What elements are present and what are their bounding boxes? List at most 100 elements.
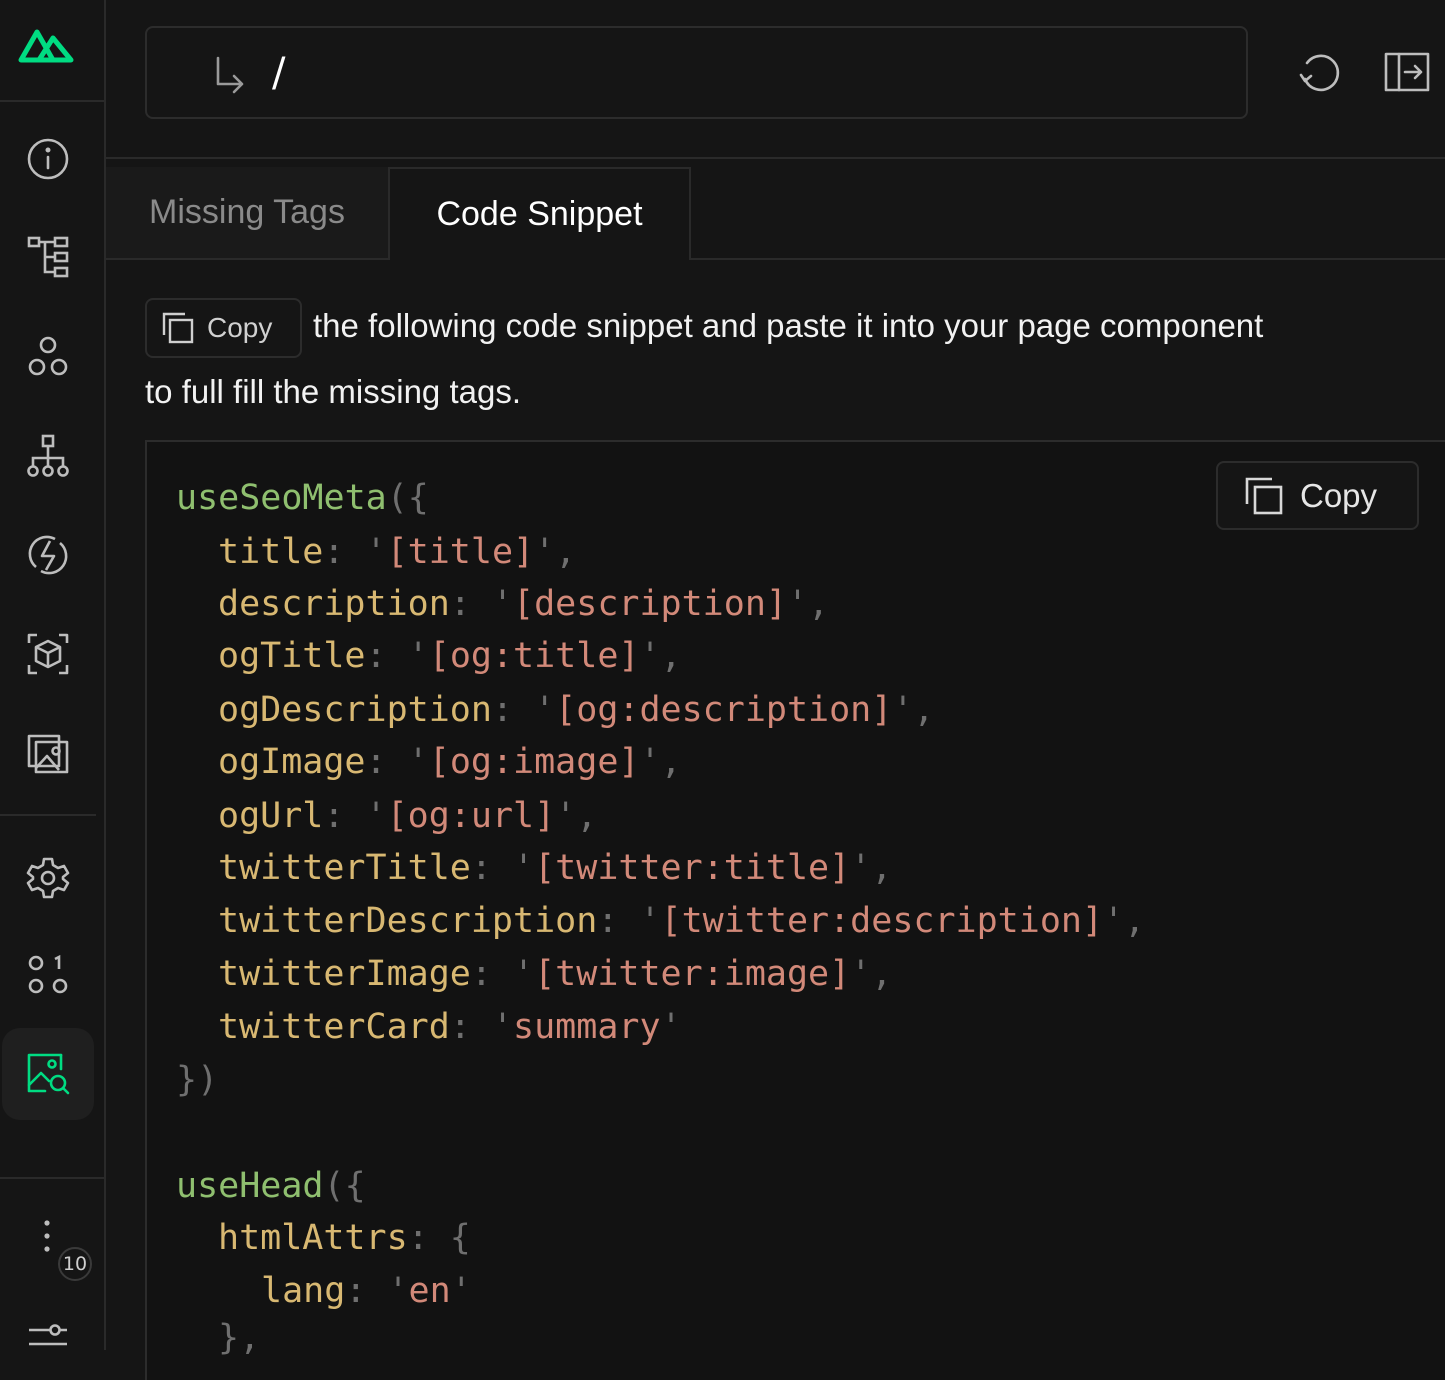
code-punctuation: ({: [386, 478, 429, 518]
header-divider: [106, 157, 1445, 159]
hierarchy-icon[interactable]: [2, 410, 94, 502]
corner-down-right-icon: [216, 56, 244, 94]
code-line: twitterTitle: '[twitter:title]',: [218, 848, 892, 888]
code-punctuation: :: [491, 690, 535, 730]
code-quote: ': [365, 532, 387, 572]
split-screen-icon[interactable]: [1382, 48, 1432, 98]
code-copy-label: Copy: [1300, 476, 1378, 514]
code-key: title: [218, 532, 324, 572]
tab-missing-tags[interactable]: Missing Tags: [106, 167, 390, 260]
code-punctuation: :: [365, 742, 408, 782]
code-line: ogTitle: '[og:title]',: [218, 636, 682, 676]
modules-icon[interactable]: [2, 608, 94, 700]
code-quote: ',: [1103, 901, 1146, 941]
code-key: twitterDescription: [218, 901, 598, 941]
code-quote: ': [365, 796, 387, 836]
code-key: twitterCard: [218, 1007, 450, 1047]
refresh-icon[interactable]: [1296, 48, 1346, 98]
code-key: twitterImage: [218, 954, 471, 994]
code-line: lang: 'en': [261, 1271, 472, 1311]
open-graph-icon[interactable]: [2, 1028, 94, 1120]
code-punctuation: :: [323, 532, 366, 572]
code-quote: ': [513, 954, 535, 994]
code-function-name: useSeoMeta: [176, 478, 387, 518]
tab-code-snippet[interactable]: Code Snippet: [388, 167, 691, 260]
code-line: description: '[description]',: [218, 584, 829, 624]
code-line: ogUrl: '[og:url]',: [218, 796, 597, 836]
code-quote: ',: [534, 532, 577, 572]
inline-copy-button[interactable]: Copy: [145, 298, 302, 358]
components-icon[interactable]: [2, 311, 94, 403]
code-quote: ': [491, 1007, 514, 1047]
code-quote: ': [387, 1271, 409, 1311]
code-punctuation: :: [449, 584, 492, 624]
code-line: title: '[title]',: [218, 532, 576, 572]
info-icon[interactable]: [2, 113, 94, 205]
route-bar[interactable]: /: [145, 26, 1248, 119]
code-punctuation: ({: [323, 1166, 366, 1206]
code-line: ogImage: '[og:image]',: [218, 742, 682, 782]
code-line: useSeoMeta({: [176, 478, 429, 518]
code-string: [description]: [513, 584, 787, 624]
code-key: ogImage: [218, 742, 366, 782]
code-quote: ',: [555, 796, 598, 836]
nuxt-logo-icon[interactable]: [17, 24, 75, 64]
code-punctuation: :: [365, 636, 408, 676]
sidebar-divider-bottom: [0, 1177, 104, 1179]
code-line: },: [218, 1318, 260, 1358]
code-punctuation: :: [470, 848, 514, 888]
code-line: useHead({: [176, 1166, 366, 1206]
code-quote: ': [534, 690, 556, 730]
code-punctuation: :: [470, 954, 514, 994]
code-quote: ',: [850, 954, 893, 994]
code-punctuation: }): [176, 1060, 219, 1100]
code-quote: ',: [639, 742, 682, 782]
code-quote: ': [407, 636, 429, 676]
code-string: en: [408, 1271, 451, 1311]
code-quote: ': [660, 1007, 682, 1047]
code-string: [og:description]: [555, 690, 893, 730]
tweaks-icon[interactable]: [2, 1300, 94, 1350]
code-punctuation: },: [218, 1318, 261, 1358]
assets-icon[interactable]: [2, 707, 94, 799]
code-quote: ': [639, 901, 661, 941]
code-string: [og:url]: [386, 796, 556, 836]
description-line-2: to full fill the missing tags.: [145, 373, 521, 410]
notification-badge: 10: [58, 1247, 92, 1281]
code-quote: ': [491, 584, 514, 624]
sidebar: 10: [0, 0, 106, 1350]
code-string: summary: [513, 1007, 661, 1047]
code-line: twitterImage: '[twitter:image]',: [218, 954, 892, 994]
code-punctuation: :: [345, 1271, 388, 1311]
code-quote: ',: [786, 584, 830, 624]
hooks-icon[interactable]: [2, 509, 94, 601]
code-line: ogDescription: '[og:description]',: [218, 690, 934, 730]
code-quote: ': [407, 742, 429, 782]
description-line-1: the following code snippet and paste it …: [313, 307, 1264, 344]
code-line: twitterDescription: '[twitter:descriptio…: [218, 901, 1145, 941]
logo-area: [0, 0, 104, 102]
code-string: [twitter:title]: [534, 848, 851, 888]
code-key: description: [218, 584, 450, 624]
route-input[interactable]: /: [272, 50, 285, 96]
code-quote: ': [513, 848, 535, 888]
code-punctuation: :: [449, 1007, 492, 1047]
components-tree-icon[interactable]: [2, 211, 94, 303]
code-string: [og:image]: [428, 742, 640, 782]
code-line: htmlAttrs: {: [218, 1218, 471, 1258]
code-key: twitterTitle: [218, 848, 471, 888]
code-string: [title]: [386, 532, 535, 572]
code-key: ogUrl: [218, 796, 324, 836]
code-copy-button[interactable]: Copy: [1216, 461, 1419, 530]
code-function-name: useHead: [176, 1166, 324, 1206]
code-quote: ': [450, 1271, 472, 1311]
tab-divider: [691, 258, 1445, 260]
inline-copy-label: Copy: [207, 312, 273, 343]
code-punctuation: :: [323, 796, 366, 836]
code-string: [twitter:image]: [534, 954, 851, 994]
copy-icon: [162, 312, 194, 344]
settings-icon[interactable]: [2, 832, 94, 924]
code-line: twitterCard: 'summary': [218, 1007, 682, 1047]
copy-icon: [1245, 477, 1283, 514]
state-icon[interactable]: [2, 929, 94, 1021]
